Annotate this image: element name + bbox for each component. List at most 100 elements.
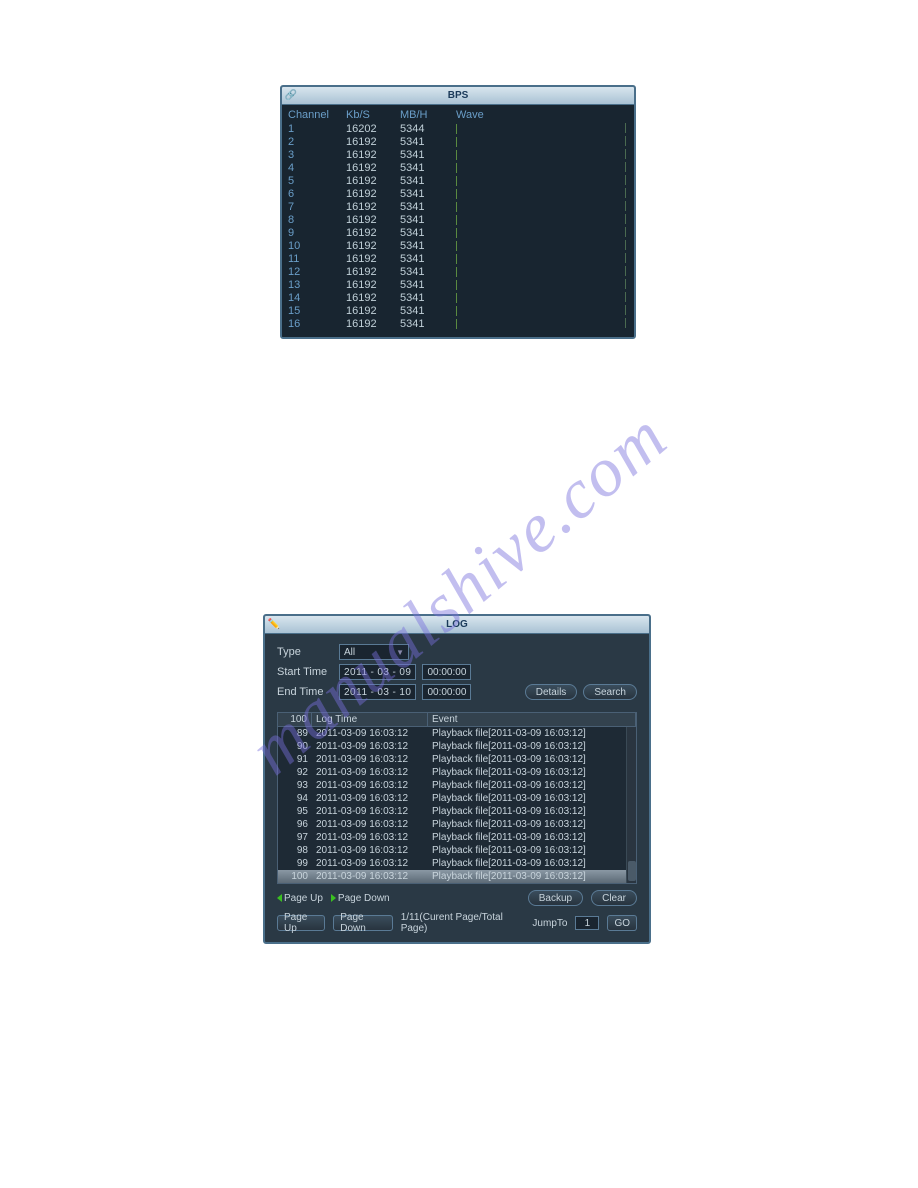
wave-tick-icon [456, 150, 457, 160]
bps-cell-kbs: 16192 [346, 279, 400, 292]
log-start-time[interactable]: 00 : 00 : 00 [422, 664, 471, 680]
bps-cell-wave [456, 227, 628, 240]
log-cell-event: Playback file[2011-03-09 16:03:12] [428, 857, 636, 870]
start-sec: 00 [455, 667, 466, 678]
log-cell-time: 2011-03-09 16:03:12 [312, 753, 428, 766]
wave-tick-icon [456, 241, 457, 251]
wave-tick-icon [456, 189, 457, 199]
bps-cell-mbh: 5341 [400, 279, 456, 292]
wave-end-tick-icon [625, 175, 626, 185]
log-cell-event: Playback file[2011-03-09 16:03:12] [428, 870, 636, 883]
start-year: 2011 [344, 667, 368, 678]
log-scroll-thumb[interactable] [628, 861, 636, 881]
log-cell-index: 91 [278, 753, 312, 766]
log-row[interactable]: 922011-03-09 16:03:12Playback file[2011-… [278, 766, 636, 779]
log-cell-event: Playback file[2011-03-09 16:03:12] [428, 818, 636, 831]
details-button[interactable]: Details [525, 684, 578, 700]
log-row[interactable]: 962011-03-09 16:03:12Playback file[2011-… [278, 818, 636, 831]
pageup-link[interactable]: Page Up [277, 893, 323, 904]
bps-cell-channel: 12 [288, 266, 346, 279]
log-row[interactable]: 982011-03-09 16:03:12Playback file[2011-… [278, 844, 636, 857]
log-scrollbar[interactable] [626, 727, 636, 883]
log-row[interactable]: 942011-03-09 16:03:12Playback file[2011-… [278, 792, 636, 805]
clear-button[interactable]: Clear [591, 890, 637, 906]
end-year: 2011 [344, 687, 368, 698]
bps-title-icon: 🔗 [282, 88, 300, 104]
bps-cell-wave [456, 253, 628, 266]
bps-cell-kbs: 16192 [346, 305, 400, 318]
log-row[interactable]: 972011-03-09 16:03:12Playback file[2011-… [278, 831, 636, 844]
wave-end-tick-icon [625, 188, 626, 198]
search-button[interactable]: Search [583, 684, 637, 700]
log-row[interactable]: 992011-03-09 16:03:12Playback file[2011-… [278, 857, 636, 870]
wave-tick-icon [456, 306, 457, 316]
log-cell-index: 90 [278, 740, 312, 753]
log-start-row: Start Time 2011- 03- 09 00 : 00 : 00 [277, 664, 637, 680]
pagedown-link[interactable]: Page Down [331, 893, 390, 904]
pageup-button[interactable]: Page Up [277, 915, 325, 931]
bps-row: 10161925341 [288, 240, 628, 253]
log-cell-event: Playback file[2011-03-09 16:03:12] [428, 766, 636, 779]
wave-end-tick-icon [625, 201, 626, 211]
pagedown-link-label: Page Down [338, 893, 390, 904]
log-row[interactable]: 912011-03-09 16:03:12Playback file[2011-… [278, 753, 636, 766]
bps-cell-wave [456, 279, 628, 292]
end-sec: 00 [455, 687, 466, 698]
bps-row: 7161925341 [288, 201, 628, 214]
bps-cell-mbh: 5341 [400, 162, 456, 175]
bps-row: 3161925341 [288, 149, 628, 162]
bps-cell-channel: 6 [288, 188, 346, 201]
log-end-time[interactable]: 00 : 00 : 00 [422, 684, 471, 700]
bps-cell-kbs: 16192 [346, 214, 400, 227]
wave-tick-icon [456, 280, 457, 290]
wave-tick-icon [456, 176, 457, 186]
bps-cell-channel: 10 [288, 240, 346, 253]
log-cell-time: 2011-03-09 16:03:12 [312, 779, 428, 792]
bps-row: 1162025344 [288, 123, 628, 136]
bps-cell-kbs: 16192 [346, 136, 400, 149]
log-type-select[interactable]: All ▼ [339, 644, 409, 660]
bps-cell-channel: 1 [288, 123, 346, 136]
log-row[interactable]: 1002011-03-09 16:03:12Playback file[2011… [278, 870, 636, 883]
log-cell-time: 2011-03-09 16:03:12 [312, 844, 428, 857]
log-cell-index: 94 [278, 792, 312, 805]
log-cell-index: 93 [278, 779, 312, 792]
bps-cell-mbh: 5341 [400, 318, 456, 331]
bps-cell-channel: 2 [288, 136, 346, 149]
log-start-date[interactable]: 2011- 03- 09 [339, 664, 416, 680]
bps-titlebar[interactable]: 🔗 BPS [282, 87, 634, 105]
log-cell-event: Playback file[2011-03-09 16:03:12] [428, 831, 636, 844]
log-type-row: Type All ▼ [277, 644, 637, 660]
log-start-label: Start Time [277, 666, 333, 678]
log-titlebar[interactable]: ✏️ LOG [265, 616, 649, 634]
log-row[interactable]: 892011-03-09 16:03:12Playback file[2011-… [278, 727, 636, 740]
bps-cell-mbh: 5341 [400, 227, 456, 240]
bps-cell-channel: 15 [288, 305, 346, 318]
backup-button[interactable]: Backup [528, 890, 583, 906]
log-end-date[interactable]: 2011- 03- 10 [339, 684, 416, 700]
bps-row: 6161925341 [288, 188, 628, 201]
log-row[interactable]: 932011-03-09 16:03:12Playback file[2011-… [278, 779, 636, 792]
pagedown-button[interactable]: Page Down [333, 915, 392, 931]
bps-cell-wave [456, 214, 628, 227]
wave-end-tick-icon [625, 227, 626, 237]
log-cell-index: 97 [278, 831, 312, 844]
end-month: 03 [377, 687, 389, 698]
wave-end-tick-icon [625, 292, 626, 302]
log-header-count: 100 [278, 713, 312, 726]
bps-header-mbh: MB/H [400, 109, 456, 121]
bps-cell-kbs: 16192 [346, 149, 400, 162]
wave-end-tick-icon [625, 305, 626, 315]
wave-tick-icon [456, 202, 457, 212]
log-header-time: Log Time [312, 713, 428, 726]
log-row[interactable]: 902011-03-09 16:03:12Playback file[2011-… [278, 740, 636, 753]
log-cell-time: 2011-03-09 16:03:12 [312, 831, 428, 844]
log-cell-index: 96 [278, 818, 312, 831]
log-cell-time: 2011-03-09 16:03:12 [312, 818, 428, 831]
jumpto-input[interactable] [575, 916, 599, 930]
bps-cell-wave [456, 201, 628, 214]
go-button[interactable]: GO [607, 915, 637, 931]
log-row[interactable]: 952011-03-09 16:03:12Playback file[2011-… [278, 805, 636, 818]
end-day: 10 [399, 687, 411, 698]
bps-cell-mbh: 5341 [400, 136, 456, 149]
